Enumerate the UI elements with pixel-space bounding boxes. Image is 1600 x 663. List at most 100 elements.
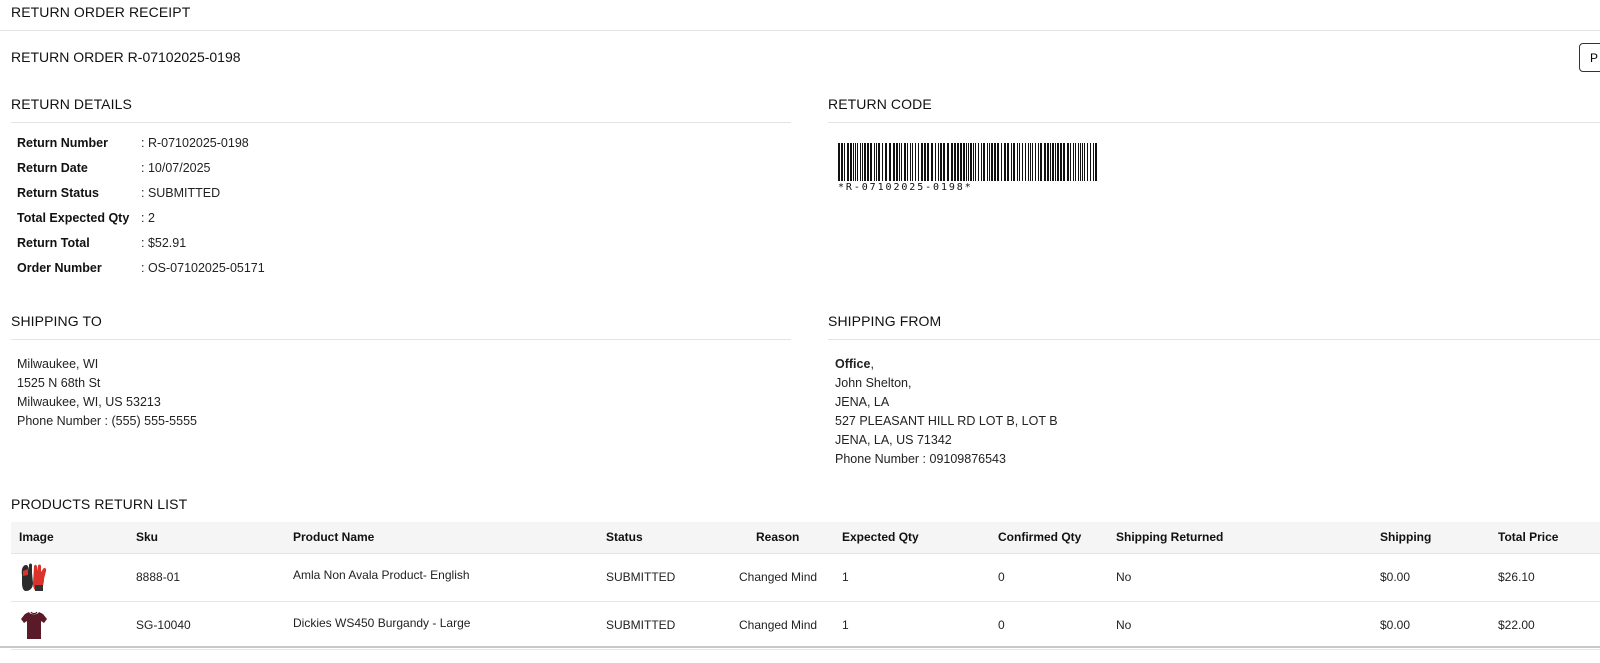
- barcode-bar: [1063, 143, 1065, 181]
- barcode-bar: [924, 143, 926, 181]
- barcode-bar: [921, 143, 923, 181]
- barcode-bar: [975, 143, 976, 181]
- total-price-cell: $26.10: [1498, 570, 1535, 584]
- barcode-caption: *R-07102025-0198*: [838, 182, 973, 193]
- column-header-expected-qty: Expected Qty: [842, 530, 919, 544]
- barcode-bar: [1001, 143, 1002, 181]
- shirt-icon: [21, 611, 47, 639]
- barcode-bar: [1070, 143, 1071, 181]
- barcode-bar: [899, 143, 900, 181]
- barcode-bar: [1028, 143, 1029, 181]
- barcode-bar: [1080, 143, 1081, 181]
- barcode-bar: [1022, 143, 1023, 181]
- title-divider: [0, 30, 1600, 31]
- barcode-bar: [966, 143, 967, 181]
- barcode-bar: [904, 143, 906, 181]
- barcode-bar: [997, 143, 999, 181]
- barcode-bar: [1047, 143, 1049, 181]
- detail-row-return-total: Return Total : $52.91: [17, 236, 417, 261]
- return-details-heading: RETURN DETAILS: [11, 96, 132, 112]
- barcode-bar: [1040, 143, 1042, 181]
- barcode-bar: [878, 143, 880, 181]
- barcode-bar: [1038, 143, 1039, 181]
- column-header-reason: Reason: [756, 530, 800, 544]
- detail-value: : OS-07102025-05171: [141, 261, 265, 275]
- barcode-bar: [915, 143, 916, 181]
- barcode-bar: [1050, 143, 1051, 181]
- detail-row-total-expected-qty: Total Expected Qty : 2: [17, 211, 417, 236]
- address-line: JENA, LA: [835, 395, 890, 409]
- print-button[interactable]: P: [1579, 43, 1600, 72]
- sku-cell: 8888-01: [136, 570, 181, 584]
- column-header-product-name: Product Name: [293, 530, 375, 544]
- products-table-header: Image Sku Product Name Status Reason Exp…: [11, 522, 1600, 554]
- shipping-from-divider: [828, 339, 1600, 340]
- barcode-bar: [1057, 143, 1059, 181]
- column-header-sku: Sku: [136, 530, 159, 544]
- barcode-bar: [889, 143, 891, 181]
- bottom-edge: [0, 646, 1600, 648]
- detail-row-order-number: Order Number : OS-07102025-05171: [17, 261, 417, 286]
- address-line: 1525 N 68th St: [17, 376, 101, 390]
- barcode-bar: [910, 143, 911, 181]
- column-header-total-price: Total Price: [1498, 530, 1559, 544]
- barcode-bar: [862, 143, 863, 181]
- confirmed-qty-cell: 0: [998, 618, 1005, 632]
- barcode-bar: [864, 143, 866, 181]
- barcode-bar: [1087, 143, 1088, 181]
- detail-value: : R-07102025-0198: [141, 136, 249, 150]
- barcode-bar: [1055, 143, 1056, 181]
- barcode-bar: [1073, 143, 1074, 181]
- barcode-bar: [844, 143, 845, 181]
- barcode-bar: [981, 143, 982, 181]
- total-price-cell: $22.00: [1498, 618, 1535, 632]
- column-header-confirmed-qty: Confirmed Qty: [998, 530, 1082, 544]
- return-code-heading: RETURN CODE: [828, 96, 932, 112]
- barcode-bar: [1090, 143, 1091, 181]
- barcode-bar: [954, 143, 956, 181]
- barcode-bar: [938, 143, 939, 181]
- barcode-bar: [951, 143, 953, 181]
- barcode-bar: [1060, 143, 1062, 181]
- barcode-bar: [1067, 143, 1069, 181]
- column-header-shipping-returned: Shipping Returned: [1116, 530, 1224, 544]
- barcode-bar: [1052, 143, 1054, 181]
- column-header-shipping: Shipping: [1380, 530, 1432, 544]
- barcode-bar: [935, 143, 936, 181]
- barcode-bar: [860, 143, 861, 181]
- detail-value: : 10/07/2025: [141, 161, 211, 175]
- barcode-bar: [1030, 143, 1031, 181]
- confirmed-qty-cell: 0: [998, 570, 1005, 584]
- table-row: SG-10040 Dickies WS450 Burgandy - Large …: [11, 601, 1600, 650]
- detail-value: : $52.91: [141, 236, 187, 250]
- barcode-bar: [1032, 143, 1033, 181]
- detail-label: Return Status: [17, 186, 99, 200]
- status-cell: SUBMITTED: [606, 618, 676, 632]
- page-title: RETURN ORDER RECEIPT: [11, 4, 191, 20]
- barcode-bar: [896, 143, 898, 181]
- barcode-bar: [947, 143, 949, 181]
- barcode-bar: [838, 143, 840, 181]
- barcode-bar: [1007, 143, 1009, 181]
- detail-label: Return Total: [17, 236, 90, 250]
- return-details-divider: [11, 122, 791, 123]
- shipping-cell: $0.00: [1380, 618, 1411, 632]
- phone-line: Phone Number : (555) 555-5555: [17, 414, 197, 428]
- detail-label: Order Number: [17, 261, 102, 275]
- barcode-bar: [907, 143, 908, 181]
- reason-cell: Changed Mind: [739, 570, 818, 584]
- barcode-bar: [963, 143, 965, 181]
- barcode-bar: [927, 143, 929, 181]
- sku-cell: SG-10040: [136, 618, 191, 632]
- detail-row-return-date: Return Date : 10/07/2025: [17, 161, 417, 186]
- barcode-bar: [991, 143, 993, 181]
- barcode-bar: [973, 143, 974, 181]
- shipping-to-heading: SHIPPING TO: [11, 313, 102, 329]
- address-line: John Shelton,: [835, 376, 912, 390]
- column-header-image: Image: [19, 530, 54, 544]
- barcode-bar: [1078, 143, 1079, 181]
- barcode-bar: [1035, 143, 1036, 181]
- address-line: JENA, LA, US 71342: [835, 433, 952, 447]
- product-name-cell: Amla Non Avala Product- English: [293, 568, 470, 582]
- detail-value: : 2: [141, 211, 155, 225]
